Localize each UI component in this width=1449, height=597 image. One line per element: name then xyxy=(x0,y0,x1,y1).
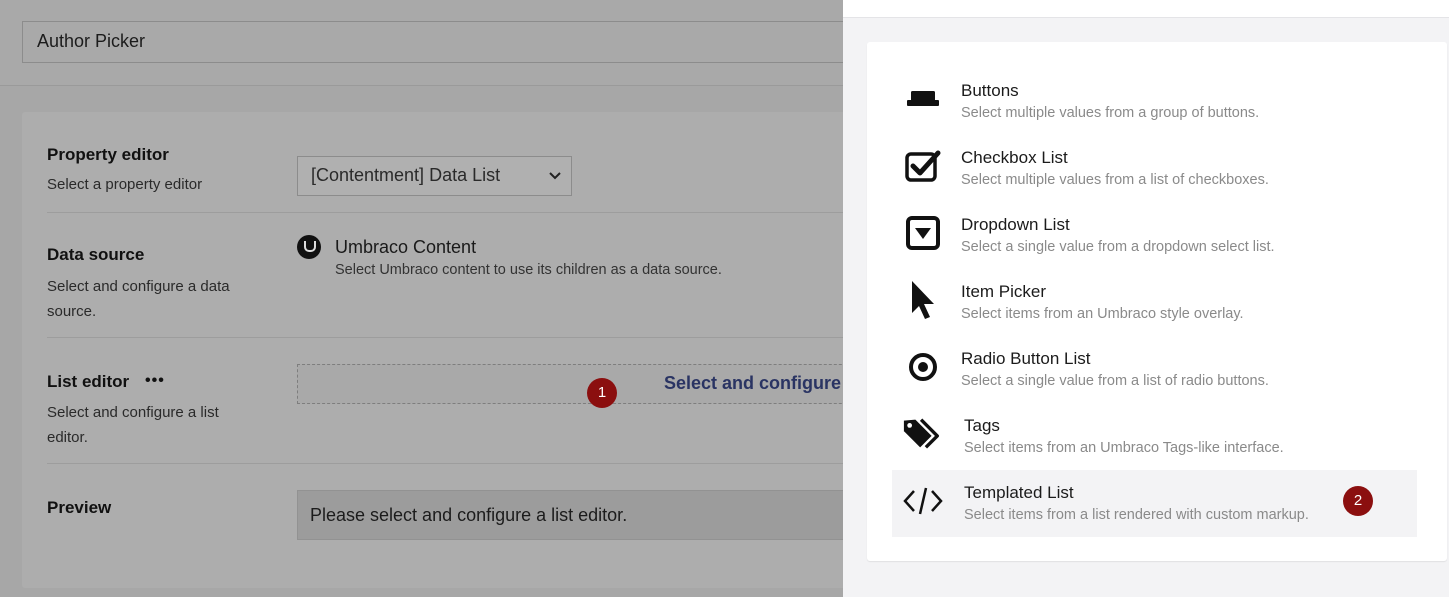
name-field[interactable]: Author Picker xyxy=(22,21,843,63)
annotation-badge-2: 2 xyxy=(1343,486,1373,516)
data-source-item-description: Select Umbraco content to use its childr… xyxy=(335,262,722,278)
list-editor-description: Select and configure a list editor. xyxy=(47,404,219,446)
list-item-title: Tags xyxy=(964,416,1000,435)
tags-icon xyxy=(902,413,944,455)
list-item-title: Checkbox List xyxy=(961,148,1068,167)
preview-box: Please select and configure a list edito… xyxy=(297,490,843,540)
list-item-description: Select multiple values from a group of b… xyxy=(961,105,1260,121)
list-item-title: Dropdown List xyxy=(961,215,1070,234)
list-item-item-picker[interactable]: Item Picker Select items from an Umbraco… xyxy=(892,269,1417,336)
property-editor-label: Property editor xyxy=(47,145,169,164)
list-item-description: Select multiple values from a list of ch… xyxy=(961,172,1269,188)
list-item-title: Item Picker xyxy=(961,282,1047,301)
list-item-checkbox-list[interactable]: Checkbox List Select multiple values fro… xyxy=(892,135,1417,202)
list-editor-row: List editor ••• Select and configure a l… xyxy=(47,338,843,464)
umbraco-logo-icon xyxy=(297,235,321,259)
list-item-buttons[interactable]: Buttons Select multiple values from a gr… xyxy=(892,68,1417,135)
code-icon xyxy=(902,480,944,522)
radio-button-icon xyxy=(902,346,944,388)
property-editor-row: Property editor Select a property editor… xyxy=(47,132,843,213)
list-item-dropdown-list[interactable]: Dropdown List Select a single value from… xyxy=(892,202,1417,269)
content-editor: Author Picker Property editor Select a p… xyxy=(0,0,843,597)
property-editor-select[interactable]: [Contentment] Data List xyxy=(297,156,572,196)
data-source-item-title[interactable]: Umbraco Content xyxy=(335,237,476,258)
list-item-description: Select a single value from a list of rad… xyxy=(961,373,1269,389)
list-item-radio-button-list[interactable]: Radio Button List Select a single value … xyxy=(892,336,1417,403)
overlay-header xyxy=(843,0,1449,18)
list-item-description: Select items from an Umbraco style overl… xyxy=(961,306,1244,322)
data-source-description: Select and configure a data source. xyxy=(47,278,230,320)
preview-label: Preview xyxy=(47,498,112,517)
list-editor-label: List editor xyxy=(47,372,129,392)
annotation-badge-1: 1 xyxy=(587,378,617,408)
editor-header: Author Picker xyxy=(0,0,843,86)
list-editor-overlay: Buttons Select multiple values from a gr… xyxy=(843,0,1449,597)
list-item-description: Select items from an Umbraco Tags-like i… xyxy=(964,440,1284,456)
checkbox-icon xyxy=(902,145,944,187)
select-list-editor-button[interactable]: Select and configure a lis xyxy=(297,364,843,404)
data-source-row: Data source Select and configure a data … xyxy=(47,213,843,338)
data-source-label: Data source xyxy=(47,245,145,264)
property-editor-description: Select a property editor xyxy=(47,176,203,193)
list-item-tags[interactable]: Tags Select items from an Umbraco Tags-l… xyxy=(892,403,1417,470)
list-item-title: Templated List xyxy=(964,483,1074,502)
list-editor-options: Buttons Select multiple values from a gr… xyxy=(867,42,1447,561)
list-editor-label-text: List editor xyxy=(47,372,130,391)
button-icon xyxy=(902,78,944,120)
preview-row: Preview Please select and configure a li… xyxy=(47,464,843,574)
property-editor-selected: [Contentment] Data List xyxy=(311,165,501,185)
cursor-arrow-icon xyxy=(902,279,944,321)
more-options-icon[interactable]: ••• xyxy=(145,372,165,390)
list-item-description: Select a single value from a dropdown se… xyxy=(961,239,1275,255)
list-item-title: Radio Button List xyxy=(961,349,1091,368)
chevron-down-icon xyxy=(549,168,561,184)
dropdown-icon xyxy=(902,212,944,254)
list-item-title: Buttons xyxy=(961,81,1019,100)
list-item-templated-list[interactable]: Templated List Select items from a list … xyxy=(892,470,1417,537)
settings-panel: Property editor Select a property editor… xyxy=(22,112,843,588)
select-list-editor-label: Select and configure a lis xyxy=(664,373,843,393)
list-item-description: Select items from a list rendered with c… xyxy=(964,507,1309,523)
